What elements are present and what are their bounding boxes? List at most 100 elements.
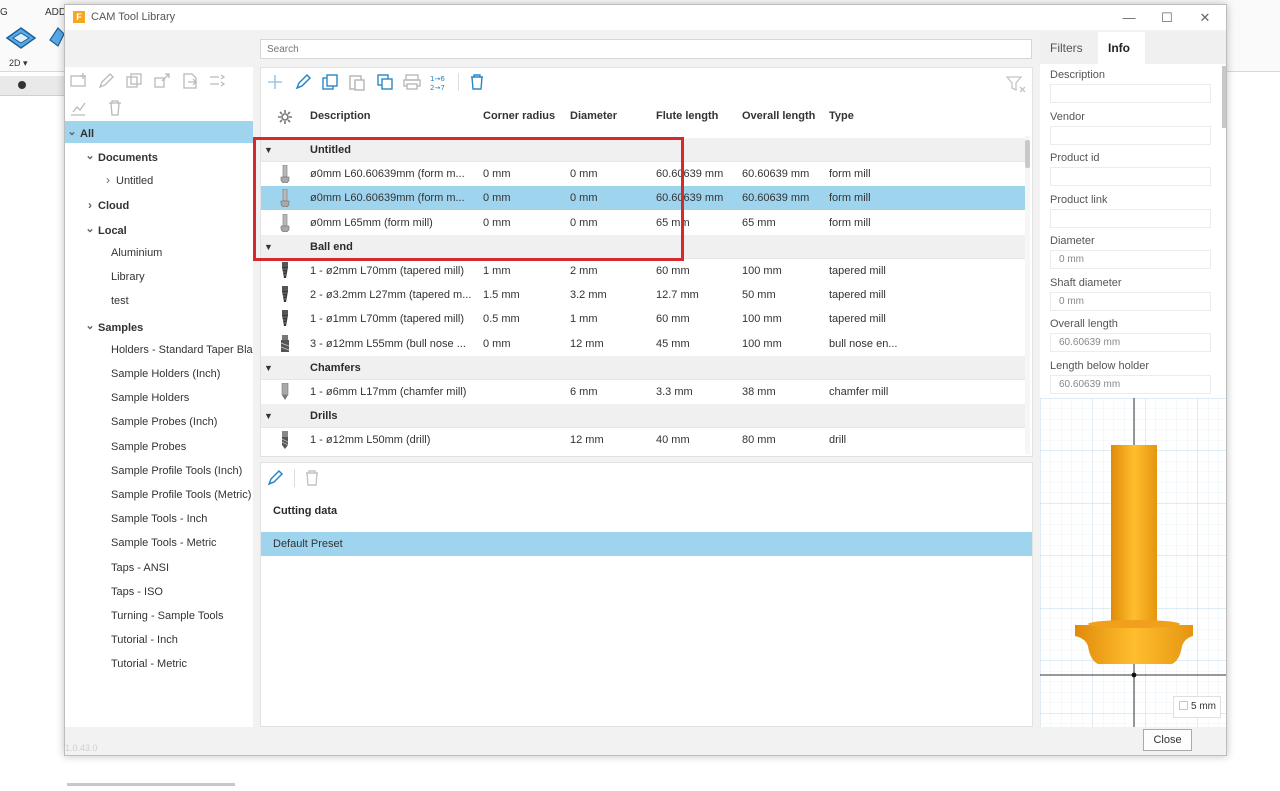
search-input[interactable]	[260, 39, 1032, 59]
sketch-plane-icon[interactable]	[5, 26, 37, 52]
tree-item[interactable]: ⌄ All	[65, 121, 253, 143]
info-field[interactable]: 0 mm	[1050, 291, 1211, 311]
tree-item[interactable]: Sample Tools - Inch	[65, 508, 253, 530]
tree-item[interactable]: ⌄ Samples	[65, 315, 253, 337]
info-field[interactable]: 60.60639 mm	[1050, 333, 1211, 352]
table-row[interactable]: 1 - ø6mm L17mm (chamfer mill) 6 mm 3.3 mm 3…	[261, 380, 1029, 404]
tree-item-label: Holders - Standard Taper Blanks	[111, 343, 253, 356]
tree-item[interactable]: Aluminium	[65, 242, 253, 264]
extrude-icon[interactable]	[44, 26, 64, 52]
tree-item[interactable]: Turning - Sample Tools	[65, 605, 253, 627]
cell-corner: 0 mm	[483, 337, 511, 350]
chevron-right-icon[interactable]: ›	[103, 169, 113, 191]
tab-info[interactable]: Info	[1098, 32, 1145, 64]
group-row[interactable]: ▼ Chamfers	[261, 355, 1029, 380]
tab-filters[interactable]: Filters	[1040, 32, 1093, 64]
column-header-description[interactable]: Description	[310, 110, 371, 122]
tree-item[interactable]: ⌄ Documents	[65, 145, 253, 167]
renumber-icon[interactable]	[208, 72, 226, 90]
info-field[interactable]	[1050, 167, 1211, 186]
collapse-triangle-icon[interactable]: ▼	[264, 356, 273, 380]
cell-overall: 50 mm	[742, 289, 776, 302]
table-header: Description Corner radius Diameter Flute…	[261, 102, 1032, 132]
svg-text:2→7: 2→7	[430, 84, 445, 92]
tree-item[interactable]: Sample Profile Tools (Metric)	[65, 484, 253, 506]
duplicate-library-icon[interactable]	[125, 72, 143, 90]
column-header-corner-radius[interactable]: Corner radius	[483, 110, 555, 122]
minimize-button[interactable]: —	[1111, 8, 1147, 28]
column-settings-gear-icon[interactable]	[277, 109, 293, 125]
tree-item[interactable]: Taps - ISO	[65, 581, 253, 603]
copy-to-library-icon[interactable]	[375, 72, 395, 92]
tree-item[interactable]: Tutorial - Inch	[65, 629, 253, 651]
info-field[interactable]	[1050, 84, 1211, 103]
column-header-type[interactable]: Type	[829, 110, 854, 122]
column-header-flute-length[interactable]: Flute length	[656, 110, 718, 122]
delete-library-icon[interactable]	[107, 99, 123, 117]
tree-item[interactable]: Library	[65, 266, 253, 288]
tree-item[interactable]: Taps - ANSI	[65, 557, 253, 579]
clear-filter-icon[interactable]	[1005, 74, 1027, 94]
maximize-button[interactable]: ☐	[1149, 8, 1185, 28]
table-scrollbar-track[interactable]	[1025, 136, 1030, 454]
edit-tool-icon[interactable]	[293, 72, 313, 92]
info-field[interactable]	[1050, 125, 1211, 145]
delete-preset-icon[interactable]	[303, 468, 321, 488]
link-library-icon[interactable]	[153, 72, 171, 90]
renumber-tools-icon[interactable]: 1→62→7	[429, 72, 449, 92]
table-row[interactable]: 1 - ø1mm L70mm (tapered mill) 0.5 mm 1 mm 6…	[261, 307, 1029, 331]
table-row[interactable]: 1 - ø2mm L70mm (tapered mill) 1 mm 2 mm 60 …	[261, 259, 1029, 283]
export-library-icon[interactable]	[181, 72, 199, 90]
cell-overall: 65 mm	[742, 216, 776, 229]
host-menu-add[interactable]: ADD	[45, 7, 66, 18]
chevron-down-icon[interactable]: ⌄	[85, 145, 95, 167]
chevron-right-icon[interactable]: ›	[85, 194, 95, 216]
tree-item[interactable]: Sample Probes (Inch)	[65, 411, 253, 433]
tool-preview-canvas[interactable]	[1040, 398, 1226, 727]
close-window-button[interactable]: ✕	[1187, 8, 1223, 28]
paste-tool-icon[interactable]	[347, 72, 367, 92]
preset-row[interactable]: Default Preset	[261, 532, 1032, 556]
info-field[interactable]	[1050, 208, 1211, 228]
tree-item[interactable]: Sample Probes	[65, 436, 253, 458]
print-icon[interactable]	[402, 72, 422, 92]
tree-item[interactable]: › Cloud	[65, 194, 253, 216]
library-tree-panel: ⌄ All ⌄ Documents › Untitled › Cloud ⌄ Local Alumi…	[65, 67, 253, 786]
chevron-down-icon[interactable]: ⌄	[67, 121, 77, 143]
tree-item[interactable]: › Untitled	[65, 169, 253, 191]
info-field[interactable]: 0 mm	[1050, 250, 1211, 269]
tree-item[interactable]: test	[65, 290, 253, 312]
delete-tool-icon[interactable]	[467, 72, 487, 92]
collapse-triangle-icon[interactable]: ▼	[264, 404, 273, 428]
tree-item[interactable]: Holders - Standard Taper Blanks	[65, 339, 253, 361]
new-folder-icon[interactable]	[69, 72, 89, 90]
table-row[interactable]: 1 - ø12mm L50mm (drill) 12 mm 40 mm 80 mm dr…	[261, 428, 1029, 452]
edit-preset-icon[interactable]	[265, 468, 285, 488]
table-row[interactable]: 2 - ø3.2mm L27mm (tapered m... 1.5 mm 3.2 …	[261, 283, 1029, 307]
duplicate-tool-icon[interactable]	[320, 72, 340, 92]
host-menu-g[interactable]: G	[0, 7, 8, 18]
tree-item[interactable]: Sample Holders	[65, 387, 253, 409]
column-header-diameter[interactable]: Diameter	[570, 110, 617, 122]
tree-item[interactable]: Sample Tools - Metric	[65, 532, 253, 554]
left-panel-scrollbar[interactable]	[67, 783, 235, 786]
tree-item[interactable]: ⌄ Local	[65, 218, 253, 240]
info-field[interactable]: 60.60639 mm	[1050, 374, 1211, 394]
close-button[interactable]: Close	[1143, 729, 1192, 751]
host-record-icon[interactable]	[18, 81, 26, 89]
chevron-down-icon[interactable]: ⌄	[85, 218, 95, 240]
column-header-overall-length[interactable]: Overall length	[742, 110, 815, 122]
tree-item[interactable]: Sample Profile Tools (Inch)	[65, 460, 253, 482]
chevron-down-icon[interactable]: ⌄	[85, 315, 95, 337]
group-row[interactable]: ▼ Drills	[261, 404, 1029, 429]
host-mode-dropdown[interactable]: 2D ▾	[9, 58, 28, 69]
info-scrollbar[interactable]	[1222, 66, 1226, 128]
tree-item[interactable]: Sample Holders (Inch)	[65, 363, 253, 385]
statistics-icon[interactable]	[69, 99, 87, 117]
table-row[interactable]: 3 - ø12mm L55mm (bull nose ... 0 mm 12 mm 4…	[261, 332, 1029, 356]
table-scrollbar-thumb[interactable]	[1025, 140, 1030, 168]
rename-pencil-icon[interactable]	[97, 72, 115, 90]
info-label: Length below holder	[1050, 359, 1150, 372]
add-tool-icon[interactable]	[265, 72, 285, 92]
tree-item[interactable]: Tutorial - Metric	[65, 653, 253, 675]
